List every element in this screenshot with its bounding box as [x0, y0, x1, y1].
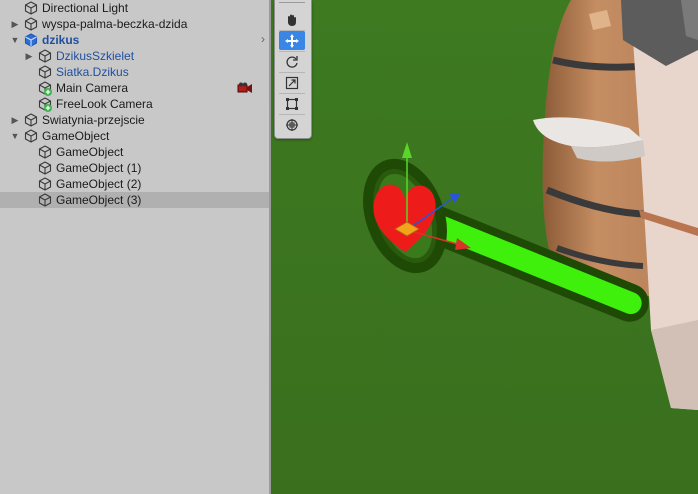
prefab-icon — [24, 33, 38, 47]
gameobject-icon — [38, 161, 52, 175]
transform-tool-button[interactable] — [279, 115, 305, 134]
gameobject-icon — [38, 49, 52, 63]
rotate-tool-button[interactable] — [279, 52, 305, 71]
gameobject-icon — [38, 193, 52, 207]
transform-icon — [285, 118, 299, 132]
camera-gizmo-icon — [237, 82, 253, 94]
rect-tool-button[interactable] — [279, 94, 305, 113]
scene-tools-toolbar — [274, 0, 312, 139]
gameobject-icon — [24, 113, 38, 127]
hierarchy-row[interactable]: Main Camera — [0, 80, 269, 96]
hierarchy-row[interactable]: GameObject — [0, 144, 269, 160]
hierarchy-panel: Directional Light ▶ wyspa-palma-beczka-dzi… — [0, 0, 269, 494]
hierarchy-row[interactable]: GameObject (1) — [0, 160, 269, 176]
hierarchy-row-label: Directional Light — [42, 1, 129, 15]
gameobject-icon — [38, 65, 52, 79]
hierarchy-row-label: dzikus — [42, 33, 80, 47]
gameobject-icon — [24, 1, 38, 15]
gameobject-icon — [24, 129, 38, 143]
rotate-icon — [285, 55, 299, 69]
hand-icon — [285, 13, 299, 27]
hierarchy-row-label: GameObject (2) — [56, 177, 142, 191]
hierarchy-row[interactable]: ▼ GameObject — [0, 128, 269, 144]
hierarchy-row[interactable]: ▶ wyspa-palma-beczka-dzida — [0, 16, 269, 32]
hierarchy-row[interactable]: ▶ DzikusSzkielet — [0, 48, 269, 64]
hierarchy-row-label: wyspa-palma-beczka-dzida — [42, 17, 188, 31]
move-icon — [284, 33, 300, 49]
hierarchy-row-label: FreeLook Camera — [56, 97, 153, 111]
fold-expanded-icon[interactable]: ▼ — [10, 32, 20, 48]
scene-canvas[interactable] — [271, 0, 698, 494]
fold-collapsed-icon[interactable]: ▶ — [24, 48, 34, 64]
hierarchy-row-label: GameObject — [56, 145, 124, 159]
hand-tool-button[interactable] — [279, 10, 305, 29]
move-tool-button[interactable] — [279, 31, 305, 50]
hierarchy-row-label: Main Camera — [56, 81, 129, 95]
hierarchy-row[interactable]: FreeLook Camera — [0, 96, 269, 112]
gameobject-icon — [24, 17, 38, 31]
scene-view[interactable] — [271, 0, 698, 494]
gameobject-icon — [38, 145, 52, 159]
hierarchy-row[interactable]: ▼ dzikus › — [0, 32, 269, 48]
gameobject-icon — [38, 177, 52, 191]
fold-collapsed-icon[interactable]: ▶ — [10, 16, 20, 32]
fold-expanded-icon[interactable]: ▼ — [10, 128, 20, 144]
gameobject-added-icon — [38, 97, 52, 112]
hierarchy-row-label: GameObject — [42, 129, 110, 143]
hierarchy-row[interactable]: GameObject (2) — [0, 176, 269, 192]
hierarchy-row[interactable]: Directional Light — [0, 0, 269, 16]
hierarchy-row-label: GameObject (3) — [56, 193, 142, 207]
hierarchy-row[interactable]: ▶ Swiatynia-przejscie — [0, 112, 269, 128]
hierarchy-row[interactable]: Siatka.Dzikus — [0, 64, 269, 80]
hierarchy-row-label: DzikusSzkielet — [56, 49, 135, 63]
rect-icon — [285, 97, 299, 111]
hierarchy-row-label: GameObject (1) — [56, 161, 142, 175]
open-prefab-chevron-icon[interactable]: › — [261, 32, 265, 46]
fold-collapsed-icon[interactable]: ▶ — [10, 112, 20, 128]
scale-tool-button[interactable] — [279, 73, 305, 92]
scale-icon — [285, 76, 299, 90]
gameobject-added-icon — [38, 81, 52, 96]
toolbar-grip[interactable] — [279, 2, 305, 3]
hierarchy-row[interactable]: GameObject (3) — [0, 192, 269, 208]
hierarchy-row-label: Siatka.Dzikus — [56, 65, 129, 79]
hierarchy-row-label: Swiatynia-przejscie — [42, 113, 145, 127]
